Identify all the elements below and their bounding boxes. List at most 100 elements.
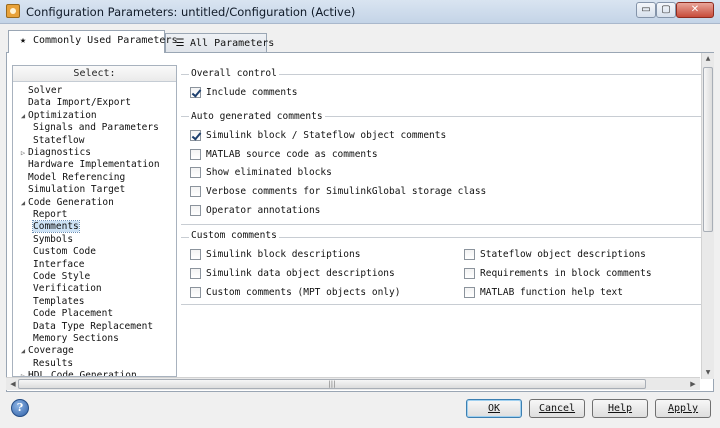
checkbox-box <box>190 249 201 260</box>
expand-arrow-icon[interactable]: ▷ <box>18 370 28 376</box>
tree-item-interface[interactable]: Interface <box>33 259 84 271</box>
tree-item-custom-code[interactable]: Custom Code <box>33 246 96 258</box>
tree-item-hardware-implementation[interactable]: Hardware Implementation <box>18 159 160 171</box>
tree-item-label: Symbols <box>33 233 74 245</box>
tree-item-memory-sections[interactable]: Memory Sections <box>33 333 119 345</box>
tree-item-symbols[interactable]: Symbols <box>33 234 73 246</box>
help-button[interactable]: Help <box>592 399 648 418</box>
show-eliminated-blocks-checkbox[interactable]: Show eliminated blocks <box>190 166 332 180</box>
vertical-scrollbar[interactable]: ▲ ▼ <box>701 53 714 379</box>
minimize-button[interactable]: ▭ <box>636 2 656 18</box>
checkbox-label: Stateflow object descriptions <box>480 249 646 260</box>
comments-settings-pane: Overall control Include comments Auto ge… <box>181 60 701 376</box>
collapse-arrow-icon[interactable]: ◢ <box>18 197 28 209</box>
horizontal-scrollbar[interactable]: ◀ ||| ▶ <box>6 377 700 390</box>
tab-label: Commonly Used Parameters <box>33 35 178 46</box>
tree-item-solver[interactable]: Solver <box>18 85 62 97</box>
help-icon[interactable]: ? <box>11 399 29 417</box>
verbose-comments-checkbox[interactable]: Verbose comments for SimulinkGlobal stor… <box>190 185 486 199</box>
tree-item-diagnostics[interactable]: ▷ Diagnostics <box>18 147 91 159</box>
tree-item-verification[interactable]: Verification <box>33 283 102 295</box>
ok-button[interactable]: OK <box>466 399 522 418</box>
matlab-source-comments-checkbox[interactable]: MATLAB source code as comments <box>190 148 378 162</box>
checkbox-label: Verbose comments for SimulinkGlobal stor… <box>206 186 487 197</box>
checkbox-label: Custom comments (MPT objects only) <box>206 287 401 298</box>
tree-item-report[interactable]: Report <box>33 209 67 221</box>
checkbox-box <box>190 87 201 98</box>
scroll-up-arrow-icon[interactable]: ▲ <box>702 53 714 65</box>
tree-item-label: Code Generation <box>28 196 114 208</box>
tree-item-label: Comments <box>32 220 80 234</box>
tree-item-signals-and-parameters[interactable]: Signals and Parameters <box>33 122 159 134</box>
requirements-in-block-comments-checkbox[interactable]: Requirements in block comments <box>464 267 652 281</box>
group-title-custom-comments: Custom comments <box>189 230 279 241</box>
tab-commonly-used-parameters[interactable]: ★ Commonly Used Parameters <box>8 30 178 53</box>
tree-item-hdl-code-generation[interactable]: ▷ HDL Code Generation <box>18 370 137 377</box>
include-comments-checkbox[interactable]: Include comments <box>190 86 298 100</box>
tree-item-label: Diagnostics <box>28 147 91 158</box>
category-tree[interactable]: Select: Solver Data Import/Export ◢ Optimiz… <box>12 65 177 377</box>
tree-item-label: Optimization <box>28 109 97 121</box>
scroll-right-arrow-icon[interactable]: ▶ <box>688 378 698 390</box>
operator-annotations-checkbox[interactable]: Operator annotations <box>190 204 320 218</box>
group-divider <box>181 304 701 305</box>
group-title-auto-generated: Auto generated comments <box>189 111 325 122</box>
tree-item-simulation-target[interactable]: Simulation Target <box>18 184 125 196</box>
tree-item-templates[interactable]: Templates <box>33 296 84 308</box>
custom-comments-mpt-checkbox[interactable]: Custom comments (MPT objects only) <box>190 286 400 300</box>
tree-item-label: Code Style <box>33 271 91 282</box>
tree-item-code-placement[interactable]: Code Placement <box>33 308 113 320</box>
maximize-button[interactable]: ▢ <box>656 2 676 18</box>
checkbox-box <box>190 149 201 160</box>
stateflow-object-descriptions-checkbox[interactable]: Stateflow object descriptions <box>464 248 646 262</box>
vertical-scroll-thumb[interactable] <box>703 67 713 232</box>
tab-label: All Parameters <box>190 38 275 49</box>
checkbox-label: MATLAB function help text <box>480 287 623 298</box>
tree-header: Select: <box>13 66 176 82</box>
block-stateflow-comments-checkbox[interactable]: Simulink block / Stateflow object commen… <box>190 129 446 143</box>
tree-item-comments[interactable]: Comments <box>32 220 80 234</box>
horizontal-scroll-thumb[interactable]: ||| <box>18 379 646 389</box>
scroll-down-arrow-icon[interactable]: ▼ <box>702 367 714 379</box>
simulink-block-descriptions-checkbox[interactable]: Simulink block descriptions <box>190 248 360 262</box>
tree-item-model-referencing[interactable]: Model Referencing <box>18 172 125 184</box>
tree-item-label: Signals and Parameters <box>33 122 159 134</box>
cancel-button[interactable]: Cancel <box>529 399 585 418</box>
tree-item-results[interactable]: Results <box>33 358 73 370</box>
apply-button[interactable]: Apply <box>655 399 711 418</box>
tree-item-label: HDL Code Generation <box>28 370 137 377</box>
tree-item-label: Code Placement <box>33 308 114 320</box>
tree-item-label: Results <box>33 357 74 369</box>
tree-item-code-style[interactable]: Code Style <box>33 271 90 283</box>
tree-item-label: Coverage <box>28 345 74 357</box>
tab-all-parameters[interactable]: ☰ All Parameters <box>165 33 274 54</box>
tree-item-label: Report <box>33 209 68 220</box>
tree-item-label: Model Referencing <box>28 171 126 183</box>
tree-item-code-generation[interactable]: ◢ Code Generation <box>18 197 114 209</box>
tree-item-label: Solver <box>28 85 63 96</box>
tree-item-label: Memory Sections <box>33 333 119 344</box>
collapse-arrow-icon[interactable]: ◢ <box>18 110 28 122</box>
tree-item-optimization[interactable]: ◢ Optimization <box>18 110 97 122</box>
tree-item-data-type-replacement[interactable]: Data Type Replacement <box>33 321 153 333</box>
checkbox-box <box>464 249 475 260</box>
simulink-app-icon <box>6 4 20 18</box>
tree-item-data-import-export[interactable]: Data Import/Export <box>18 97 131 109</box>
tree-item-stateflow[interactable]: Stateflow <box>33 135 84 147</box>
tree-item-label: Simulation Target <box>28 184 126 196</box>
checkbox-box <box>464 268 475 279</box>
checkbox-label: MATLAB source code as comments <box>206 149 378 160</box>
title-bar: Configuration Parameters: untitled/Confi… <box>0 0 720 24</box>
matlab-function-help-text-checkbox[interactable]: MATLAB function help text <box>464 286 623 300</box>
tree-item-label: Interface <box>33 258 85 270</box>
collapse-arrow-icon[interactable]: ◢ <box>18 345 28 357</box>
simulink-data-object-descriptions-checkbox[interactable]: Simulink data object descriptions <box>190 267 395 281</box>
checkbox-label: Operator annotations <box>206 205 321 216</box>
scroll-left-arrow-icon[interactable]: ◀ <box>8 378 18 390</box>
checkbox-box <box>190 287 201 298</box>
checkbox-box <box>190 205 201 216</box>
expand-arrow-icon[interactable]: ▷ <box>18 147 28 159</box>
tree-item-label: Stateflow <box>33 134 85 146</box>
tree-item-coverage[interactable]: ◢ Coverage <box>18 345 74 357</box>
close-button[interactable]: ✕ <box>676 2 714 18</box>
